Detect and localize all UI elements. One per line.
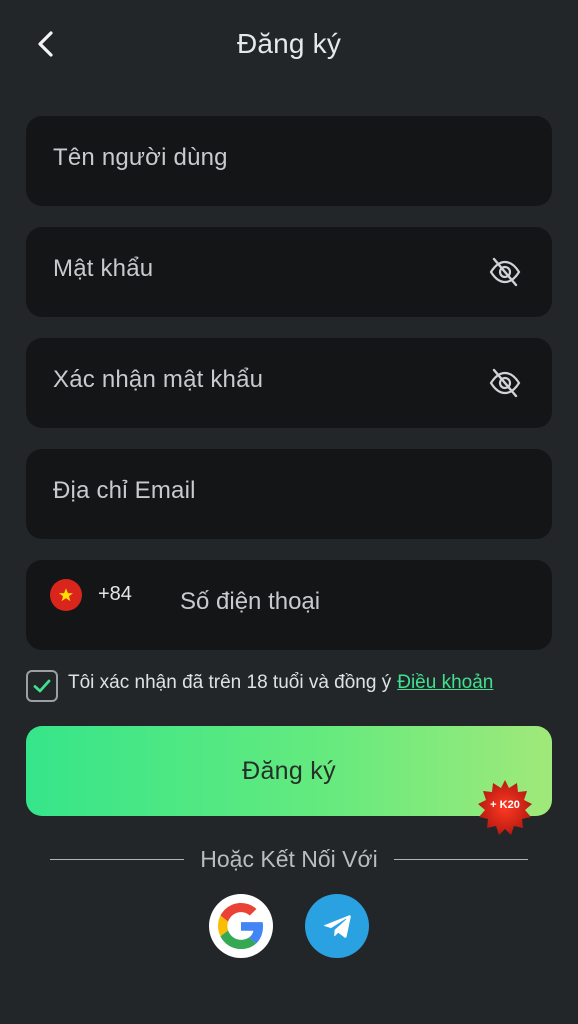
check-icon <box>33 679 51 693</box>
vietnam-flag-icon[interactable] <box>50 579 82 611</box>
consent-row: Tôi xác nhận đã trên 18 tuổi và đồng ý Đi… <box>26 670 556 702</box>
terms-link[interactable]: Điều khoản <box>397 672 493 693</box>
consent-text: Tôi xác nhận đã trên 18 tuổi và đồng ý Đi… <box>68 672 493 694</box>
email-field[interactable]: Địa chỉ Email <box>26 449 552 539</box>
password-field[interactable]: Mật khẩu <box>26 227 552 317</box>
confirm-password-placeholder: Xác nhận mật khẩu <box>53 366 264 393</box>
header: Đăng ký <box>0 0 578 92</box>
phone-field[interactable]: +84 Số điện thoại <box>26 560 552 650</box>
phone-placeholder: Số điện thoại <box>180 588 321 615</box>
register-button[interactable]: Đăng ký <box>26 726 552 816</box>
consent-label: Tôi xác nhận đã trên 18 tuổi và đồng ý <box>68 672 392 693</box>
consent-checkbox[interactable] <box>26 670 58 702</box>
eye-off-icon[interactable] <box>488 366 522 400</box>
divider-line-right <box>394 859 528 860</box>
password-placeholder: Mật khẩu <box>53 255 154 282</box>
page-title: Đăng ký <box>236 28 342 59</box>
google-login-button[interactable] <box>209 894 273 958</box>
country-code[interactable]: +84 <box>98 583 132 606</box>
email-placeholder: Địa chỉ Email <box>53 477 196 504</box>
register-button-label: Đăng ký <box>242 756 336 785</box>
google-icon <box>218 903 264 949</box>
telegram-login-button[interactable] <box>305 894 369 958</box>
telegram-icon <box>323 915 351 938</box>
username-placeholder: Tên người dùng <box>53 144 228 171</box>
social-divider: Hoặc Kết Nối Với <box>50 846 528 876</box>
eye-off-icon[interactable] <box>488 255 522 289</box>
confirm-password-field[interactable]: Xác nhận mật khẩu <box>26 338 552 428</box>
bonus-badge-label: + K20 <box>490 799 520 811</box>
username-field[interactable]: Tên người dùng <box>26 116 552 206</box>
bonus-badge: + K20 <box>476 779 534 837</box>
